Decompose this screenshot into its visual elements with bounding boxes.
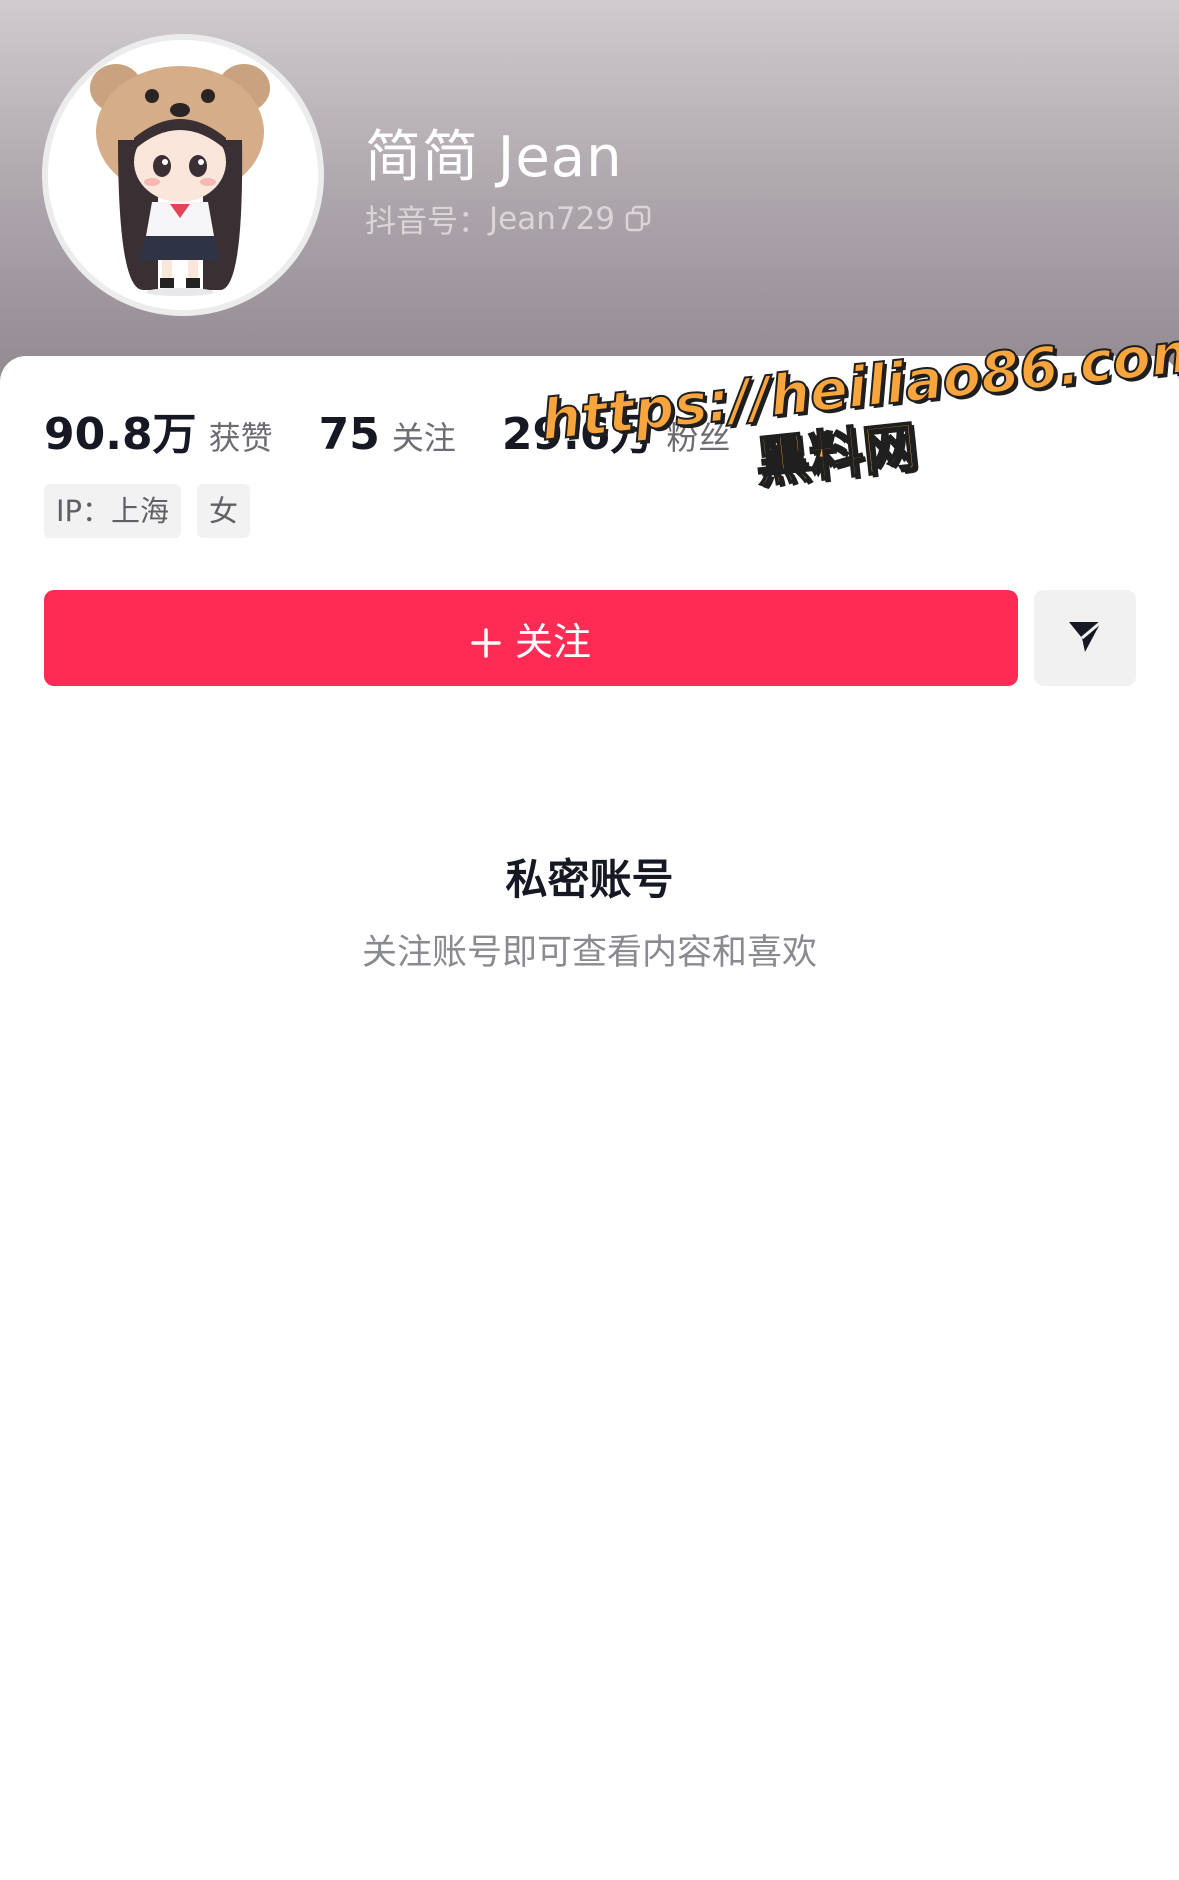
stats-row: 90.8万 获赞 75 关注 29.6万 粉丝 [44,398,776,462]
send-icon [1065,616,1105,660]
profile-card: 90.8万 获赞 75 关注 29.6万 粉丝 IP：上海 女 关注 私密账号 … [0,356,1179,1880]
douyin-id-value: Jean729 [489,200,616,237]
follow-button-label: 关注 [514,619,591,664]
douyin-id[interactable]: 抖音号： Jean729 [365,196,651,241]
stat-value: 29.6万 [501,409,655,460]
profile-page: 简简 Jean 抖音号： Jean729 90.8万 获赞 75 关注 29.6… [0,0,1179,1880]
profile-name: 简简 Jean [365,125,623,190]
stat-label: 关注 [391,419,456,457]
stat-label: 获赞 [208,419,273,457]
stat-following[interactable]: 75 关注 [319,409,456,460]
stat-label: 粉丝 [666,419,731,457]
stat-likes[interactable]: 90.8万 获赞 [44,398,273,462]
stat-value: 90.8万 [44,409,197,460]
douyin-id-label: 抖音号： [365,204,489,240]
tag-ip-location: IP：上海 [44,484,182,538]
stat-followers[interactable]: 29.6万 粉丝 [502,398,731,462]
avatar-illustration [48,40,318,310]
plus-icon [471,623,501,658]
avatar[interactable] [42,34,324,316]
share-button[interactable] [1034,590,1136,686]
follow-button[interactable]: 关注 [44,590,1018,686]
private-account-title: 私密账号 [505,855,674,904]
profile-tags: IP：上海 女 [44,484,251,538]
tag-gender: 女 [197,484,251,538]
private-account-subtitle: 关注账号即可查看内容和喜欢 [361,933,817,973]
profile-header: 简简 Jean 抖音号： Jean729 [0,0,1179,400]
copy-icon[interactable] [625,205,651,233]
stat-value: 75 [318,409,380,460]
